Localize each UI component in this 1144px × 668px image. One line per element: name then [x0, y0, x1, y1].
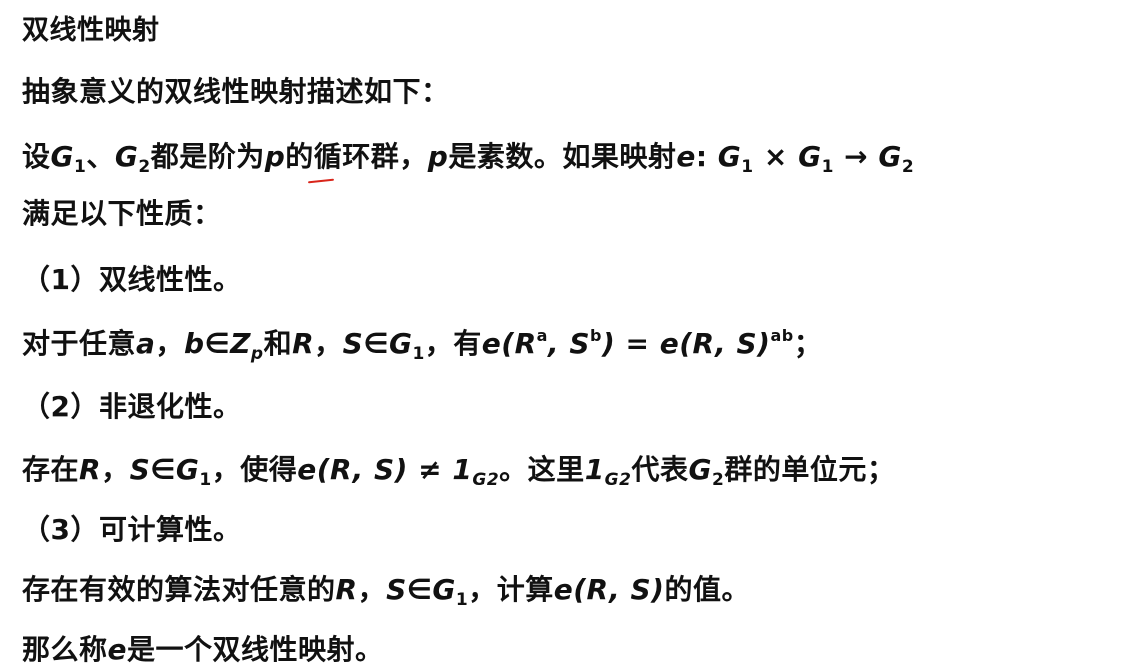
superscript: b: [590, 326, 602, 345]
text: 。这里: [499, 453, 585, 486]
property-1-body: 对于任意a，b∈Zp和R，S∈G1，有e(Ra, Sb) = e(R, S)ab…: [22, 322, 822, 364]
element-of: ∈: [406, 573, 433, 606]
text: ，计算: [468, 573, 554, 606]
subscript: 1: [199, 470, 212, 490]
text: 代表: [631, 453, 689, 486]
math-b: b: [183, 327, 205, 360]
subscript: 2: [901, 157, 915, 177]
conclusion-line: 那么称e是一个双线性映射。: [22, 628, 384, 668]
math-expr: ) = e(R, S): [601, 327, 771, 360]
math-expr: e(R, S): [553, 573, 665, 606]
property-3-heading: （3）可计算性。: [22, 513, 242, 546]
text: :: [695, 140, 718, 173]
text: 的值。: [664, 573, 750, 606]
property-3-body: 存在有效的算法对任意的R，S∈G1，计算e(R, S)的值。: [22, 568, 750, 610]
subscript: 1: [74, 157, 87, 177]
subscript: 2: [138, 157, 151, 177]
math-G: G: [114, 140, 139, 173]
element-of: ∈: [204, 327, 231, 360]
math-G: G: [717, 140, 742, 173]
subscript: G2: [472, 470, 500, 490]
math-G: G: [878, 140, 902, 173]
text: ，使得: [211, 453, 298, 486]
subscript: 1: [741, 157, 754, 177]
times-sign: ×: [753, 140, 799, 173]
text: ，: [155, 327, 184, 360]
text: ；: [793, 327, 823, 360]
subscript: 2: [711, 470, 725, 490]
text: 是一个双线性映射。: [127, 633, 384, 666]
text: 对于任意: [22, 327, 137, 360]
intro-text: 抽象意义的双线性映射描述如下：: [22, 75, 450, 108]
superscript: a: [536, 326, 548, 345]
math-R: R: [335, 573, 358, 606]
math-e: e: [107, 633, 128, 666]
text: ，: [357, 573, 387, 606]
math-e: e: [676, 140, 696, 173]
math-G: G: [388, 327, 413, 360]
text: ，: [101, 453, 130, 486]
text: ，有: [424, 327, 482, 360]
text: 和: [263, 327, 293, 360]
condition-line: 满足以下性质：: [22, 197, 222, 230]
text: 存在有效的算法对任意的: [22, 573, 336, 606]
math-p: p: [264, 140, 286, 173]
math-G: G: [175, 453, 200, 486]
pen-underline-annotation: [307, 178, 335, 184]
math-expr: e(R: [481, 327, 537, 360]
subscript: 1: [412, 344, 425, 364]
text: ，: [314, 327, 343, 360]
text: 是素数。如果映射: [448, 140, 677, 173]
math-expr: , S: [547, 327, 591, 360]
math-S: S: [386, 573, 407, 606]
math-S: S: [342, 327, 364, 360]
subscript: p: [250, 344, 264, 364]
math-expr: e(R, S) ≠ 1: [297, 453, 473, 486]
math-p: p: [427, 140, 449, 173]
math-G: G: [432, 573, 456, 606]
math-G: G: [798, 140, 822, 173]
text: 设: [22, 140, 51, 173]
element-of: ∈: [363, 327, 389, 360]
superscript: ab: [770, 326, 794, 345]
property-1-heading: （1）双线性性。: [22, 263, 242, 296]
math-R: R: [79, 453, 102, 486]
math-G: G: [688, 453, 712, 486]
text: 那么称: [22, 633, 108, 666]
page-title: 双线性映射: [22, 15, 160, 46]
element-of: ∈: [150, 453, 176, 486]
subscript: G2: [604, 470, 632, 490]
definition-line: 设G1、G2都是阶为p的循环群，p是素数。如果映射e: G1 × G1 → G2: [22, 135, 914, 177]
math-S: S: [129, 453, 151, 486]
arrow-sign: →: [833, 140, 879, 173]
property-2-body: 存在R，S∈G1，使得e(R, S) ≠ 1G2。这里1G2代表G2群的单位元；: [22, 448, 895, 490]
math-unit: 1: [584, 453, 605, 486]
math-a: a: [136, 327, 156, 360]
text: 、: [86, 140, 115, 173]
math-R: R: [292, 327, 315, 360]
math-Z: Z: [230, 327, 251, 360]
text: 都是阶为: [150, 140, 265, 173]
property-2-heading: （2）非退化性。: [22, 390, 242, 423]
text: 群的单位元；: [724, 453, 896, 486]
subscript: 1: [455, 590, 469, 610]
subscript: 1: [821, 157, 834, 177]
text: 的循环群，: [285, 140, 428, 173]
math-G: G: [50, 140, 74, 173]
text: 存在: [22, 453, 80, 486]
